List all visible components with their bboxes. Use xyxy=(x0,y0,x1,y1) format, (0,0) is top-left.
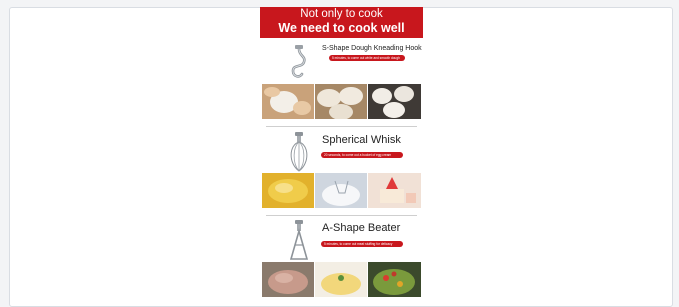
section-divider xyxy=(266,215,417,216)
beater-caption: 5 minutes, to come out meat stuffing for… xyxy=(321,241,403,247)
section-divider xyxy=(266,126,417,127)
beater-title: A-Shape Beater xyxy=(322,222,401,234)
dough-photo xyxy=(262,84,314,119)
beater-icon xyxy=(289,220,309,260)
salad-photo xyxy=(368,262,421,297)
dumpling-photo xyxy=(368,84,421,119)
whisk-title: Spherical Whisk xyxy=(322,134,401,146)
whipped-cream-photo xyxy=(315,173,367,208)
cake-photo xyxy=(368,173,421,208)
header-banner: Not only to cook We need to cook well xyxy=(260,7,423,38)
whisk-icon xyxy=(290,132,308,172)
whisk-caption: 20 seconds, to come out a bucket of egg … xyxy=(321,152,403,158)
dough-hook-icon xyxy=(291,45,306,78)
dough-hook-title: S-Shape Dough Kneading Hook xyxy=(322,45,422,52)
product-poster: Not only to cook We need to cook well S-… xyxy=(260,7,423,297)
meat-photo xyxy=(262,262,314,297)
banner-subtitle: Not only to cook xyxy=(300,8,383,20)
banner-title: We need to cook well xyxy=(278,21,405,35)
dough-hook-caption: 5 minutes, to come out white and smooth … xyxy=(329,55,405,61)
egg-cream-photo xyxy=(262,173,314,208)
baozi-photo xyxy=(315,84,367,119)
mashed-potato-photo xyxy=(315,262,367,297)
